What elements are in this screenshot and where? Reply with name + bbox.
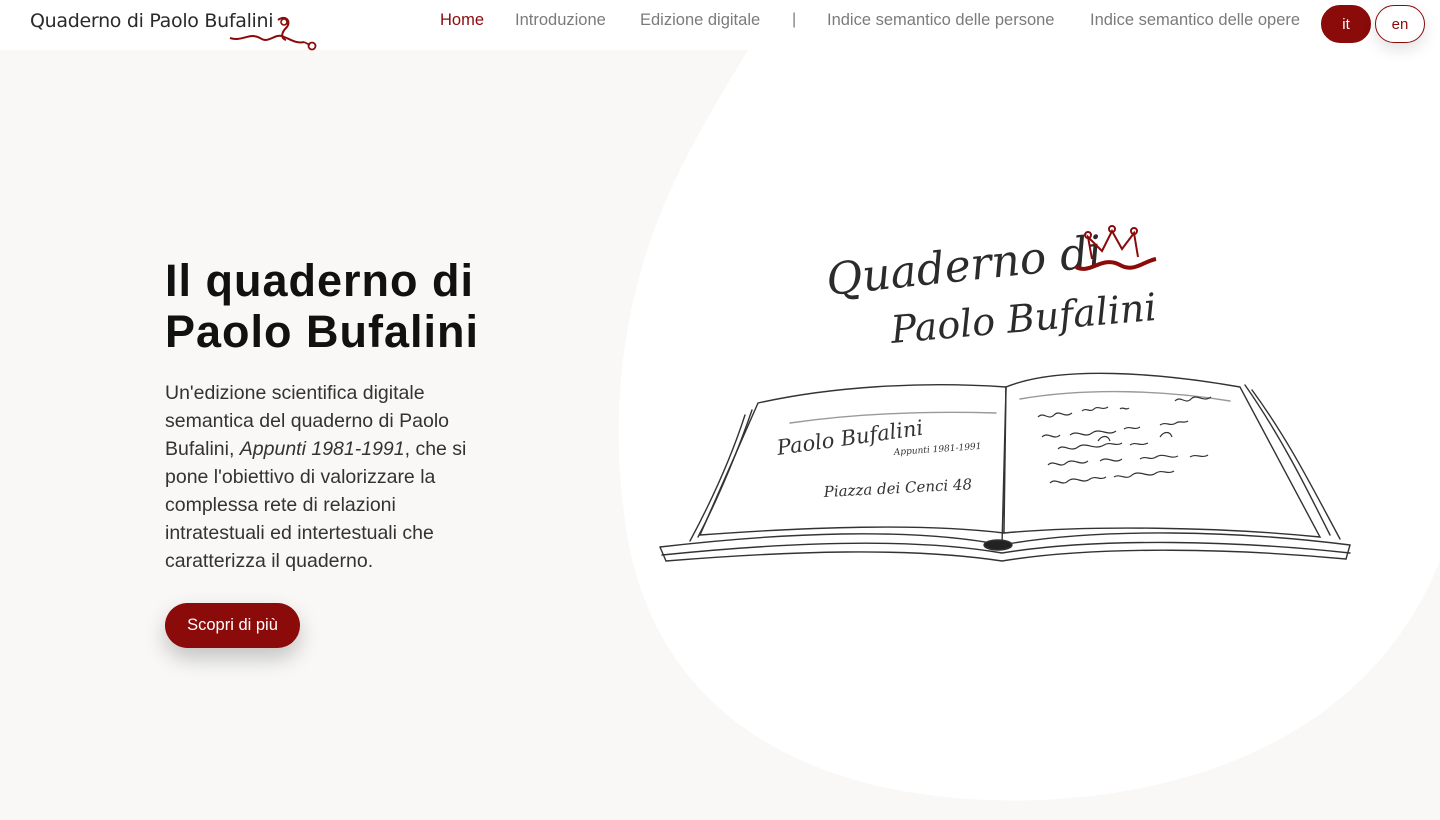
navbar: Quaderno di Paolo Bufalini Home Introduz…: [0, 0, 1440, 51]
nav-separator: |: [792, 11, 797, 28]
nav-edizione-digitale[interactable]: Edizione digitale: [640, 11, 760, 30]
language-it-button[interactable]: it: [1321, 5, 1371, 43]
nav-home[interactable]: Home: [440, 11, 484, 30]
hero-title: Il quaderno di Paolo Bufalini: [165, 255, 495, 357]
language-en-button[interactable]: en: [1375, 5, 1425, 43]
nav-indice-persone[interactable]: Indice semantico delle persone: [827, 11, 1054, 30]
hero-description-work-title: Appunti 1981-1991: [239, 438, 405, 460]
discover-more-button[interactable]: Scopri di più: [165, 603, 300, 648]
hero-section: Il quaderno di Paolo Bufalini Un'edizion…: [165, 255, 495, 575]
hero-description: Un'edizione scientifica digitale semanti…: [165, 379, 495, 575]
notebook-illustration: Quaderno di Paolo Bufalini Paolo Bufalin…: [659, 225, 1351, 562]
open-book-drawing: [659, 372, 1351, 562]
nav-indice-opere[interactable]: Indice semantico delle opere: [1090, 11, 1300, 30]
nav-introduzione[interactable]: Introduzione: [515, 11, 606, 30]
main-nav: Home Introduzione Edizione digitale | In…: [0, 0, 1440, 50]
hero-title-line1: Il quaderno di: [165, 255, 475, 306]
hero-title-line2: Paolo Bufalini: [165, 306, 480, 357]
